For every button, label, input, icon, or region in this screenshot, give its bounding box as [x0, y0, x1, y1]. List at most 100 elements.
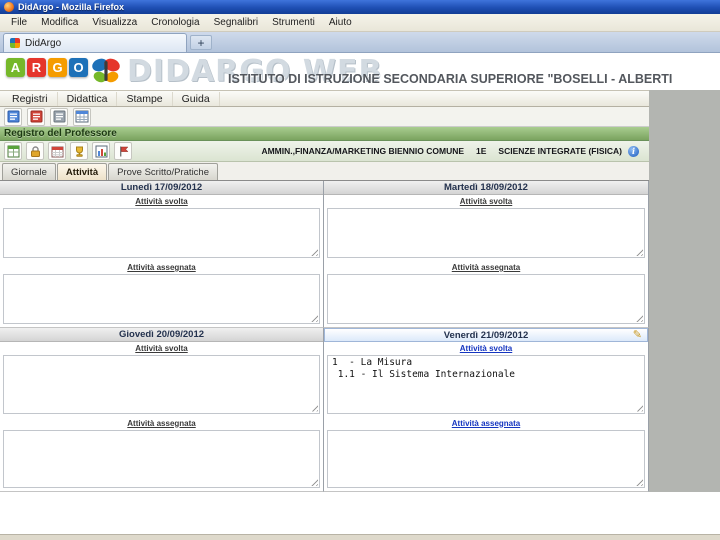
menu-modifica[interactable]: Modifica: [34, 15, 85, 30]
argo-letter-r: R: [27, 58, 46, 77]
entry-text: [328, 209, 644, 211]
day-header[interactable]: Giovedì 20/09/2012: [0, 328, 323, 342]
page-gutter: [649, 90, 720, 492]
tab-attivita[interactable]: Attività: [56, 163, 108, 180]
day-title: Lunedì 17/09/2012: [120, 182, 203, 193]
menu-stampe[interactable]: Stampe: [117, 91, 173, 106]
didargo-banner: DIDARGO WEB A R G O ISTITUTO DI ISTRUZIO…: [0, 53, 720, 90]
entry-text: [4, 275, 319, 277]
attivita-assegnata-input[interactable]: [327, 274, 645, 324]
attivita-assegnata-input[interactable]: [327, 429, 645, 488]
day-cell-martedi: Martedì 18/09/2012 Attività svolta Attiv…: [324, 181, 649, 328]
attivita-svolta-label[interactable]: Attività svolta: [0, 342, 323, 355]
section-title: Registro del Professore: [4, 128, 117, 139]
attivita-assegnata-label[interactable]: Attività assegnata: [0, 261, 323, 274]
entry-text: [328, 431, 644, 433]
day-title: Giovedì 20/09/2012: [118, 329, 205, 340]
gray-register-icon[interactable]: [50, 107, 68, 126]
browser-menubar: File Modifica Visualizza Cronologia Segn…: [0, 14, 720, 32]
edit-pencil-icon[interactable]: ✎: [633, 329, 642, 342]
attivita-assegnata-input[interactable]: [3, 429, 320, 488]
day-title: Venerdì 21/09/2012: [443, 329, 529, 341]
argo-letter-a: A: [6, 58, 25, 77]
tab-giornale[interactable]: Giornale: [2, 163, 56, 180]
firefox-window: DidArgo - Mozilla Firefox File Modifica …: [0, 0, 720, 540]
menu-registri[interactable]: Registri: [3, 91, 58, 106]
resize-grip-icon[interactable]: [634, 313, 643, 322]
browser-tab-label: DidArgo: [25, 37, 62, 49]
attivita-svolta-input[interactable]: 1 - La Misura 1.1 - Il Sistema Internazi…: [327, 355, 645, 414]
menu-guida[interactable]: Guida: [173, 91, 220, 106]
week-grid: Lunedì 17/09/2012 Attività svolta Attivi…: [0, 181, 649, 492]
lock-icon[interactable]: [26, 142, 44, 160]
entry-text: [4, 356, 319, 358]
section-header: Registro del Professore: [0, 127, 649, 141]
resize-grip-icon[interactable]: [634, 247, 643, 256]
register-view-tabs: Giornale Attività Prove Scritto/Pratiche: [0, 162, 649, 181]
entry-text: [4, 431, 319, 433]
menu-strumenti[interactable]: Strumenti: [265, 15, 322, 30]
class-info: AMMIN.,FINANZA/MARKETING BIENNIO COMUNE …: [261, 146, 622, 156]
day-title: Martedì 18/09/2012: [444, 182, 528, 193]
day-header[interactable]: Venerdì 21/09/2012 ✎: [324, 328, 648, 342]
info-icon[interactable]: i: [628, 145, 639, 157]
attivita-svolta-input[interactable]: [3, 208, 320, 258]
resize-grip-icon[interactable]: [309, 313, 318, 322]
resize-grip-icon[interactable]: [634, 477, 643, 486]
attivita-svolta-input[interactable]: [3, 355, 320, 414]
window-titlebar[interactable]: DidArgo - Mozilla Firefox: [0, 0, 720, 14]
day-cell-giovedi: Giovedì 20/09/2012 Attività svolta Attiv…: [0, 328, 324, 492]
window-bottom-edge: [0, 534, 720, 540]
firefox-icon: [4, 2, 14, 12]
attivita-svolta-label[interactable]: Attività svolta: [324, 195, 648, 208]
didargo-favicon-icon: [10, 38, 20, 48]
resize-grip-icon[interactable]: [309, 247, 318, 256]
new-tab-button[interactable]: +: [190, 35, 212, 50]
attivita-assegnata-label[interactable]: Attività assegnata: [324, 417, 648, 430]
entry-text: [328, 275, 644, 277]
attivita-assegnata-label[interactable]: Attività assegnata: [324, 261, 648, 274]
menu-file[interactable]: File: [4, 15, 34, 30]
cup-icon[interactable]: [70, 142, 88, 160]
day-header[interactable]: Martedì 18/09/2012: [324, 181, 648, 195]
chart-icon[interactable]: [92, 142, 110, 160]
table-icon[interactable]: [73, 107, 91, 126]
school-name: ISTITUTO DI ISTRUZIONE SECONDARIA SUPERI…: [228, 72, 673, 86]
class-subject: SCIENZE INTEGRATE (FISICA): [498, 146, 622, 156]
day-cell-venerdi: Venerdì 21/09/2012 ✎ Attività svolta 1 -…: [324, 328, 649, 492]
class-course: AMMIN.,FINANZA/MARKETING BIENNIO COMUNE: [261, 146, 465, 156]
menu-segnalibri[interactable]: Segnalibri: [207, 15, 265, 30]
attivita-svolta-label[interactable]: Attività svolta: [0, 195, 323, 208]
butterfly-logo-icon: [90, 55, 122, 90]
browser-tab-didargo[interactable]: DidArgo: [3, 33, 187, 52]
registri-toolbar: [0, 107, 649, 127]
menu-didattica[interactable]: Didattica: [58, 91, 118, 106]
didargo-menubar: Registri Didattica Stampe Guida: [0, 90, 649, 107]
attivita-svolta-input[interactable]: [327, 208, 645, 258]
flag-icon[interactable]: [114, 142, 132, 160]
attivita-assegnata-label[interactable]: Attività assegnata: [0, 417, 323, 430]
menu-visualizza[interactable]: Visualizza: [85, 15, 144, 30]
menu-aiuto[interactable]: Aiuto: [322, 15, 359, 30]
tab-prove-scritto-pratiche[interactable]: Prove Scritto/Pratiche: [108, 163, 218, 180]
argo-logo: A R G O: [6, 58, 88, 77]
resize-grip-icon[interactable]: [634, 402, 643, 412]
day-header[interactable]: Lunedì 17/09/2012: [0, 181, 323, 195]
entry-text: [4, 209, 319, 211]
day-cell-lunedi: Lunedì 17/09/2012 Attività svolta Attivi…: [0, 181, 324, 328]
attivita-assegnata-input[interactable]: [3, 274, 320, 324]
calendar-icon[interactable]: [48, 142, 66, 160]
register-toolbar: AMMIN.,FINANZA/MARKETING BIENNIO COMUNE …: [0, 141, 649, 162]
resize-grip-icon[interactable]: [309, 477, 318, 486]
window-title: DidArgo - Mozilla Firefox: [18, 2, 125, 12]
green-grid-icon[interactable]: [4, 142, 22, 160]
class-code: 1E: [476, 146, 487, 156]
menu-cronologia[interactable]: Cronologia: [144, 15, 206, 30]
browser-tabbar: DidArgo +: [0, 32, 720, 53]
blue-register-icon[interactable]: [4, 107, 22, 126]
red-register-icon[interactable]: [27, 107, 45, 126]
argo-letter-g: G: [48, 58, 67, 77]
attivita-svolta-label[interactable]: Attività svolta: [324, 342, 648, 355]
resize-grip-icon[interactable]: [309, 402, 318, 412]
argo-letter-o: O: [69, 58, 88, 77]
